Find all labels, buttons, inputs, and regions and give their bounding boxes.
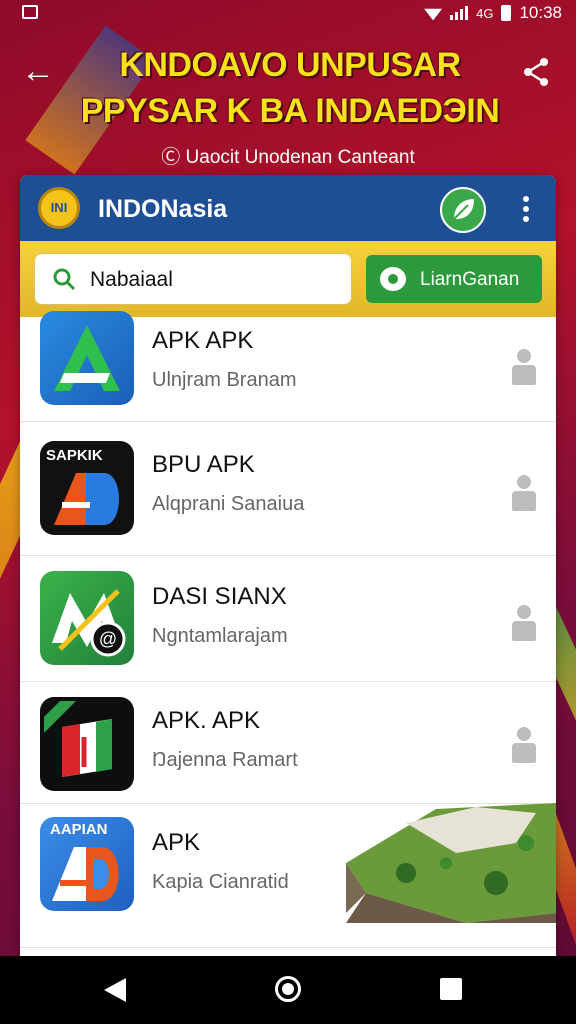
- app-description: Kapia Cianratid: [152, 871, 289, 893]
- leaf-icon[interactable]: [440, 187, 486, 233]
- app-name: APK APK: [152, 327, 254, 354]
- wifi-icon: [424, 6, 442, 20]
- search-icon: [53, 268, 76, 291]
- battery-icon: [501, 5, 512, 21]
- app-list: APK APK Ulnjram Branam SAPKIK BPU APK Al…: [20, 311, 556, 975]
- status-bar: 4G 10:38: [0, 0, 576, 26]
- navigation-bar: [0, 956, 576, 1024]
- learn-button[interactable]: LiarnGanan: [366, 255, 542, 303]
- nav-home-icon[interactable]: [275, 976, 301, 1002]
- download-icon[interactable]: [512, 605, 536, 641]
- hero-subtitle: Ⓒ Uaocit Unodenan Canteant: [0, 142, 576, 169]
- app-store-card: INI INDONasia LiarnGanan APK APK Ulnjram…: [20, 175, 556, 975]
- app-name: APK. APK: [152, 707, 261, 734]
- app-icon-ad: SAPKIK: [40, 441, 134, 535]
- app-name: BPU APK: [152, 451, 255, 478]
- nav-recents-icon[interactable]: [440, 978, 462, 1000]
- landscape-image: [346, 803, 556, 923]
- hero-title-line1: KNDOAVO UNPUSAR: [119, 46, 461, 84]
- list-item[interactable]: APK. APK Ŋajenna Ramart: [20, 681, 556, 804]
- download-icon[interactable]: [512, 727, 536, 763]
- card-title: INDONasia: [98, 195, 228, 223]
- nav-back-icon[interactable]: [104, 978, 126, 1002]
- app-icon-a: [40, 311, 134, 405]
- list-item[interactable]: AAPIAN APK Kapia Cianratid: [20, 803, 556, 948]
- eye-icon: [380, 267, 406, 291]
- download-icon[interactable]: [512, 349, 536, 385]
- app-icon-m: @: [40, 571, 134, 665]
- list-item[interactable]: APK APK Ulnjram Branam: [20, 311, 556, 422]
- search-input[interactable]: [88, 263, 342, 297]
- share-icon[interactable]: [518, 54, 554, 90]
- search-strip: LiarnGanan: [20, 241, 556, 317]
- network-type: 4G: [476, 5, 494, 21]
- learn-button-label: LiarnGanan: [420, 269, 520, 290]
- emblem-icon: INI: [38, 187, 80, 229]
- download-icon[interactable]: [512, 475, 536, 511]
- svg-text:@: @: [99, 629, 117, 649]
- hero-subtitle-text: Uaocit Unodenan Canteant: [185, 147, 415, 168]
- app-description: Ŋajenna Ramart: [152, 749, 298, 771]
- hero-title-line2: PPYSAR K BA INDAEDЭIN: [80, 92, 500, 130]
- card-header: INI INDONasia: [20, 175, 556, 241]
- more-options-icon[interactable]: [516, 193, 536, 225]
- list-item[interactable]: SAPKIK BPU APK Alqprani Sanaiua: [20, 421, 556, 556]
- app-icon-flag: [40, 697, 134, 791]
- back-arrow-icon[interactable]: ←: [20, 54, 56, 90]
- search-box[interactable]: [34, 253, 352, 305]
- clock: 10:38: [519, 3, 562, 22]
- at-icon: Ⓒ: [161, 147, 186, 168]
- hero-title: KNDOAVO UNPUSAR PPYSAR K BA INDAEDЭIN: [70, 42, 510, 134]
- list-item[interactable]: @ DASI SIANX Ngntamlarajam: [20, 555, 556, 682]
- app-name: DASI SIANX: [152, 583, 287, 610]
- app-description: Alqprani Sanaiua: [152, 493, 305, 515]
- app-description: Ulnjram Branam: [152, 369, 297, 391]
- app-description: Ngntamlarajam: [152, 625, 288, 647]
- app-icon-ad-blue: AAPIAN: [40, 817, 134, 911]
- signal-icon: [450, 6, 469, 20]
- notification-icon: [22, 5, 38, 19]
- app-name: APK: [152, 829, 201, 856]
